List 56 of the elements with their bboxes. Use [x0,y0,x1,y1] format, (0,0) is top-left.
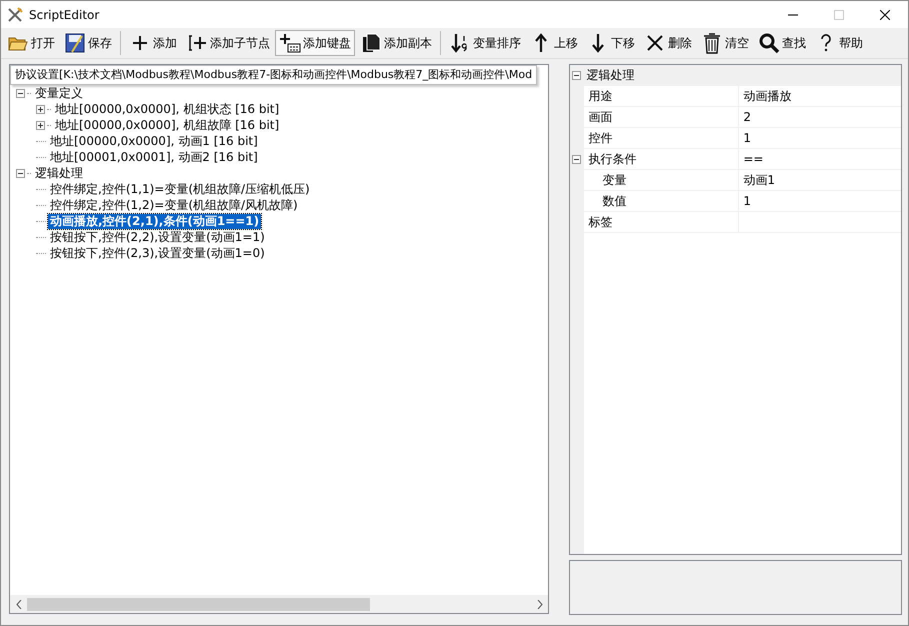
trash-icon [701,32,723,54]
property-name[interactable]: 用途 [584,86,740,106]
copy-icon [360,32,382,54]
keyboard-plus-icon [279,32,301,54]
property-value[interactable]: 动画1 [739,170,901,190]
property-value[interactable]: 1 [739,128,901,148]
property-value[interactable]: 动画播放 [739,86,901,106]
toolbar-button[interactable]: 打开 [3,30,59,56]
path-tooltip: 协议设置[K:\技术文档\Modbus教程\Modbus教程7-图标和动画控件\Modbus教程7_图标和动画控件\Mod [10,65,538,85]
tree-item[interactable]: 控件绑定,控件(1,1)=变量(机组故障/压缩机低压) [48,182,312,196]
expand-icon[interactable] [36,120,45,130]
maximize-icon [834,10,844,20]
property-value[interactable]: == [739,149,901,169]
window-title: ScriptEditor [29,8,100,22]
tree-item[interactable]: 按钮按下,控件(2,3),设置变量(动画1=0) [48,246,267,260]
tree-item[interactable]: 地址[00000,0x0000], 机组状态 [16 bit] [53,102,282,116]
expand-icon[interactable] [36,104,45,114]
toolbar-button[interactable]: 清空 [697,30,753,56]
property-name[interactable]: 标签 [584,212,740,232]
toolbar-button[interactable]: 帮助 [811,30,867,56]
toolbar-button[interactable]: 查找 [754,30,810,56]
tree-item[interactable]: 按钮按下,控件(2,2),设置变量(动画1=1) [48,230,267,244]
scroll-left-icon[interactable] [16,600,22,609]
scroll-right-icon[interactable] [536,600,543,609]
tree-item[interactable]: 控件绑定,控件(1,2)=变量(机组故障/风机故障) [48,198,300,212]
property-name[interactable]: 数值 [584,191,740,211]
toolbar-button[interactable]: 添加子节点 [182,30,274,56]
toolbar-button[interactable]: 下移 [583,30,639,56]
tree-item[interactable]: 动画播放,控件(2,1),条件(动画1==1) [48,214,262,228]
toolbar-button[interactable]: 上移 [526,30,582,56]
property-name[interactable]: 执行条件 [584,149,740,169]
tree-item[interactable]: 地址[00000,0x0000], 机组故障 [16 bit] [53,118,282,132]
property-name[interactable]: 控件 [584,128,740,148]
toolbar-button[interactable]: 删除 [640,30,696,56]
tools-icon [7,6,23,22]
scrollbar-thumb[interactable] [27,598,370,611]
toolbar-button[interactable]: 添加 [125,30,181,56]
category-label: 逻辑处理 [585,66,634,84]
property-value[interactable]: 1 [739,191,901,211]
property-name[interactable]: 变量 [584,170,740,190]
collapse-icon[interactable] [572,70,581,80]
toolbar-button[interactable]: 添加键盘 [275,30,355,56]
tree-item[interactable]: 变量定义 [33,86,85,100]
tree-item[interactable]: 地址[00000,0x0000], 动画1 [16 bit] [48,134,260,148]
property-value[interactable]: 2 [739,107,901,127]
toolbar-button[interactable]: 保存 [60,30,116,56]
collapse-icon[interactable] [16,168,25,178]
tree-item[interactable]: 逻辑处理 [33,166,85,180]
toolbar-button[interactable]: 添加副本 [356,30,436,56]
property-name[interactable]: 画面 [584,107,740,127]
toolbar-button[interactable]: 变量排序 [445,30,525,56]
collapse-icon[interactable] [16,88,25,98]
close-icon [880,10,890,20]
search-icon [758,32,780,54]
collapse-icon[interactable] [572,154,581,164]
tree-item[interactable]: 地址[00001,0x0001], 动画2 [16 bit] [48,150,260,164]
